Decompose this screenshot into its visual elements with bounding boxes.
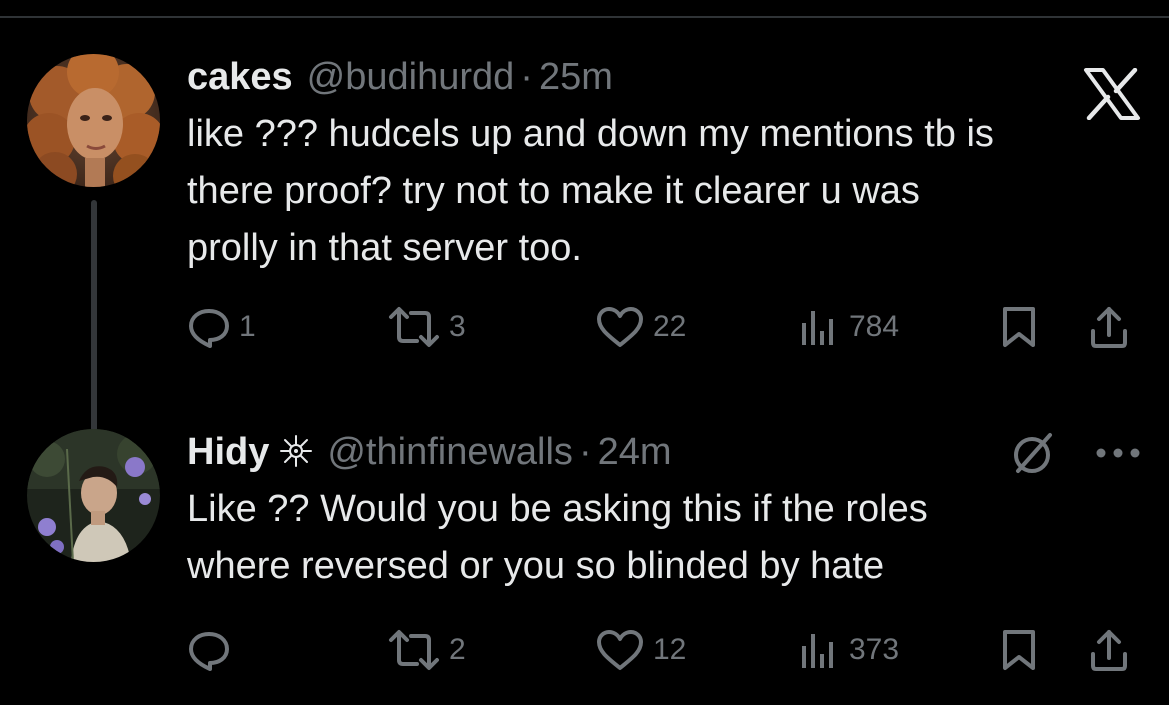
tweet-cakes[interactable]: cakes @budihurdd · 25m like ??? hudcels … [0, 50, 1169, 462]
share-icon [1091, 630, 1127, 671]
timestamp[interactable]: 25m [539, 54, 613, 100]
author-handle[interactable]: @budihurdd [307, 54, 515, 100]
timestamp[interactable]: 24m [598, 429, 672, 475]
bookmark-icon [1003, 307, 1035, 347]
tweet-hidy[interactable]: Hidy @thinfinewalls · 24m Like ?? Would … [0, 425, 1169, 700]
reply-icon [189, 632, 229, 671]
views-count: 784 [849, 310, 900, 343]
author-handle[interactable]: @thinfinewalls [327, 429, 573, 475]
action-bar: 1 3 22 784 [187, 305, 1147, 349]
bookmark-button[interactable] [999, 305, 1039, 349]
tweet-header: Hidy @thinfinewalls · 24m [187, 429, 672, 475]
author-name[interactable]: Hidy [187, 429, 269, 475]
like-count: 12 [653, 633, 687, 666]
views-button[interactable]: 373 [797, 628, 899, 672]
tweet-text-line: prolly in that server too. [187, 227, 582, 269]
author-name[interactable]: cakes [187, 54, 293, 100]
views-button[interactable]: 784 [797, 305, 899, 349]
share-icon [1091, 307, 1127, 348]
like-button[interactable]: 22 [595, 305, 686, 349]
retweet-button[interactable]: 2 [387, 628, 466, 672]
retweet-icon [389, 307, 439, 347]
tweet-text-line: Like ?? Would you be asking this if the … [187, 488, 928, 530]
reply-count: 1 [239, 310, 256, 343]
views-count: 373 [849, 633, 900, 666]
heart-icon [597, 630, 643, 670]
share-button[interactable] [1087, 628, 1131, 672]
like-count: 22 [653, 310, 687, 343]
avatar-photo-icon [27, 429, 160, 562]
retweet-icon [389, 630, 439, 670]
tweet-text-line: where reversed or you so blinded by hate [187, 545, 885, 587]
views-chart-icon [802, 634, 833, 668]
bookmark-icon [1003, 630, 1035, 670]
views-chart-icon [802, 311, 833, 345]
separator-dot: · [520, 56, 533, 98]
avatar-hidy[interactable] [27, 429, 160, 562]
reply-icon [189, 309, 229, 348]
thread-connector-line [91, 200, 97, 462]
more-options-icon[interactable] [1092, 429, 1144, 477]
action-bar: 2 12 373 [187, 628, 1147, 672]
tweet-text: like ??? hudcels up and down my mentions… [187, 106, 1147, 277]
tweet-text: Like ?? Would you be asking this if the … [187, 481, 1147, 595]
heart-icon [597, 307, 643, 347]
tweet-text-line: like ??? hudcels up and down my mentions… [187, 113, 994, 155]
edit-history-icon[interactable] [1008, 429, 1056, 477]
avatar-cakes[interactable] [27, 54, 160, 187]
like-button[interactable]: 12 [595, 628, 686, 672]
share-button[interactable] [1087, 305, 1131, 349]
retweet-button[interactable]: 3 [387, 305, 466, 349]
retweet-count: 3 [449, 310, 466, 343]
bookmark-button[interactable] [999, 628, 1039, 672]
separator-dot: · [578, 431, 592, 473]
sparkle-badge-icon [280, 435, 313, 467]
retweet-count: 2 [449, 633, 466, 666]
top-divider [0, 16, 1169, 18]
tweet-text-line: there proof? try not to make it clearer … [187, 170, 920, 212]
tweet-header: cakes @budihurdd · 25m [187, 54, 613, 100]
avatar-photo-icon [27, 54, 160, 187]
reply-button[interactable]: 1 [187, 305, 256, 349]
reply-button[interactable] [187, 628, 239, 672]
